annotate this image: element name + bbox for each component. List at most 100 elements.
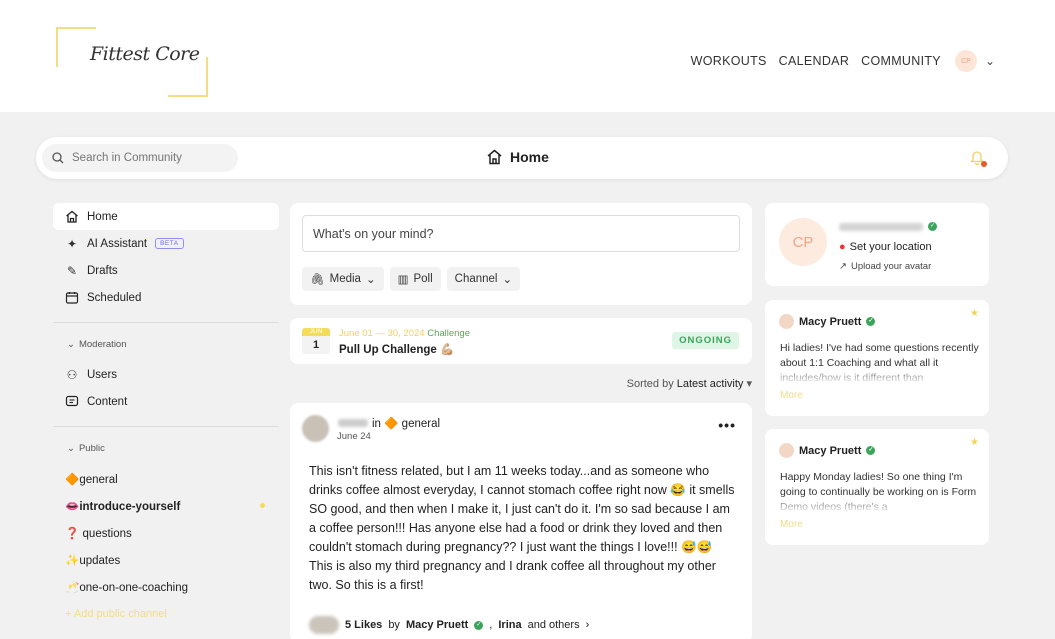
sidebar-item-one-on-one-coaching[interactable]: 🥂one-on-one-coaching: [53, 573, 279, 600]
post-author[interactable]: [338, 419, 368, 427]
profile-card: CP ✓ ● Set your location ↗ Upload your a…: [765, 203, 989, 286]
post-meta: in 🔶 general: [372, 418, 441, 430]
top-bar: Fittest Core WORKOUTS CALENDAR COMMUNITY…: [0, 0, 1055, 112]
verified-icon: ✓: [928, 222, 937, 231]
avatar: [779, 314, 794, 329]
sidebar: Home ✦ AI Assistant BETA ✎ Drafts Schedu…: [53, 203, 279, 627]
avatar[interactable]: CP: [779, 218, 827, 266]
profile-name: [839, 223, 923, 231]
sidebar-item-label: 👄introduce-yourself: [65, 500, 181, 513]
challenge-card[interactable]: JUN 1 June 01 — 30, 2024 Challenge Pull …: [290, 318, 752, 364]
user-avatar[interactable]: CP: [954, 50, 977, 72]
search-icon: [52, 152, 64, 164]
pinned-post-card[interactable]: Macy Pruett ✓ ★ Hi ladies! I've had some…: [765, 300, 989, 416]
sidebar-item-label: Users: [87, 368, 118, 381]
poll-button[interactable]: ▥ Poll: [389, 267, 441, 291]
more-link[interactable]: More: [780, 390, 803, 401]
logo-text: Fittest Core: [90, 43, 200, 65]
card-author: Macy Pruett ✓: [779, 314, 876, 329]
avatar: [779, 443, 794, 458]
challenge-date-badge: JUN 1: [302, 328, 330, 354]
post-body: This isn't fitness related, but I am 11 …: [309, 464, 735, 592]
sidebar-item-home[interactable]: Home: [53, 203, 279, 230]
pinned-post-card[interactable]: Macy Pruett ✓ ★ Happy Monday ladies! So …: [765, 429, 989, 545]
more-link[interactable]: More: [780, 519, 803, 530]
media-button[interactable]: 🖇 Media ⌄: [302, 267, 384, 291]
section-title: Moderation: [78, 338, 127, 350]
sidebar-item-users[interactable]: ⚇ Users: [53, 361, 279, 388]
challenge-dates: June 01 — 30, 2024 Challenge: [339, 328, 471, 339]
liker-avatars: [309, 616, 339, 634]
more-options-icon[interactable]: •••: [718, 417, 736, 433]
sidebar-item-label: Content: [87, 395, 128, 408]
brand-logo[interactable]: Fittest Core: [56, 27, 208, 97]
page-title-text: Home: [510, 149, 549, 165]
home-icon: [487, 149, 502, 165]
nav-calendar[interactable]: CALENDAR: [779, 54, 849, 68]
set-location-link[interactable]: ● Set your location: [839, 241, 932, 253]
card-text: Happy Monday ladies! So one thing I'm go…: [780, 471, 977, 513]
sidebar-item-label: AI Assistant: [87, 237, 148, 250]
sidebar-item-label: Scheduled: [87, 291, 142, 304]
sidebar-item-drafts[interactable]: ✎ Drafts: [53, 257, 279, 284]
unread-dot: [260, 503, 265, 508]
sidebar-item-label: ❓ questions: [65, 527, 132, 540]
sidebar-item-label: 🥂one-on-one-coaching: [65, 581, 189, 594]
composer-toolbar: 🖇 Media ⌄ ▥ Poll Channel ⌄: [302, 267, 521, 291]
section-public-toggle[interactable]: ⌄ Public: [53, 437, 279, 459]
verified-icon: ✓: [866, 317, 876, 326]
feed-post: in 🔶 general June 24 ••• This isn't fitn…: [290, 403, 752, 639]
verified-icon: ✓: [866, 446, 876, 455]
section-moderation-toggle[interactable]: ⌄ Moderation: [53, 333, 279, 355]
pin-icon: ★: [970, 308, 979, 319]
notification-dot: [981, 161, 987, 167]
sparkle-icon: ✦: [66, 236, 78, 251]
pin-icon: ★: [970, 437, 979, 448]
sidebar-item-questions[interactable]: ❓ questions: [53, 519, 279, 546]
sidebar-item-content[interactable]: Content: [53, 388, 279, 415]
likes-summary[interactable]: 5 Likes by Macy Pruett ✓, Irina and othe…: [309, 616, 589, 634]
chevron-down-icon: ⌄: [365, 274, 376, 286]
nav-community[interactable]: COMMUNITY: [861, 54, 941, 68]
post-channel-link[interactable]: 🔶 general: [384, 418, 440, 430]
challenge-title: Pull Up Challenge 💪🏼: [339, 344, 455, 356]
beta-badge: BETA: [155, 238, 184, 249]
chevron-down-icon[interactable]: ⌄: [985, 54, 995, 68]
sidebar-item-label: Home: [87, 210, 118, 223]
sidebar-item-ai-assistant[interactable]: ✦ AI Assistant BETA: [53, 230, 279, 257]
chevron-down-icon: ⌄: [67, 442, 75, 454]
sidebar-item-label: ✨updates: [65, 554, 121, 567]
community-header: Home: [36, 137, 1008, 179]
location-pin-icon: ●: [839, 241, 846, 253]
card-text: Hi ladies! I've had some questions recen…: [780, 342, 979, 384]
chevron-right-icon: ›: [585, 619, 590, 631]
upload-avatar-link[interactable]: ↗ Upload your avatar: [839, 261, 931, 272]
card-author: Macy Pruett ✓: [779, 443, 876, 458]
search-box[interactable]: [42, 144, 238, 172]
composer-input[interactable]: What's on your mind?: [302, 215, 740, 252]
sidebar-item-general[interactable]: 🔶general: [53, 465, 279, 492]
search-input[interactable]: [72, 152, 222, 164]
poll-icon: ▥: [397, 274, 409, 286]
add-public-channel-button[interactable]: + Add public channel: [53, 600, 279, 627]
content-icon: [65, 395, 79, 407]
calendar-icon: [65, 292, 79, 304]
chevron-down-icon: ⌄: [67, 338, 75, 350]
page-title: Home: [486, 149, 549, 165]
sidebar-item-scheduled[interactable]: Scheduled: [53, 284, 279, 311]
channel-select[interactable]: Channel ⌄: [446, 267, 521, 291]
paperclip-icon: 🖇: [310, 274, 325, 286]
sidebar-item-label: 🔶general: [65, 473, 118, 486]
post-date: June 24: [337, 431, 371, 442]
divider: [53, 426, 279, 427]
nav-workouts[interactable]: WORKOUTS: [691, 54, 767, 68]
sidebar-item-introduce-yourself[interactable]: 👄introduce-yourself: [53, 492, 279, 519]
notifications-button[interactable]: [969, 149, 987, 167]
avatar[interactable]: [302, 415, 329, 442]
sidebar-item-label: Drafts: [87, 264, 118, 277]
post-composer: What's on your mind? 🖇 Media ⌄ ▥ Poll Ch…: [290, 203, 752, 305]
sort-dropdown[interactable]: Sorted by Latest activity ▾: [627, 377, 752, 390]
top-navigation: WORKOUTS CALENDAR COMMUNITY CP ⌄: [691, 50, 995, 72]
sidebar-item-updates[interactable]: ✨updates: [53, 546, 279, 573]
status-badge: ONGOING: [672, 332, 739, 349]
